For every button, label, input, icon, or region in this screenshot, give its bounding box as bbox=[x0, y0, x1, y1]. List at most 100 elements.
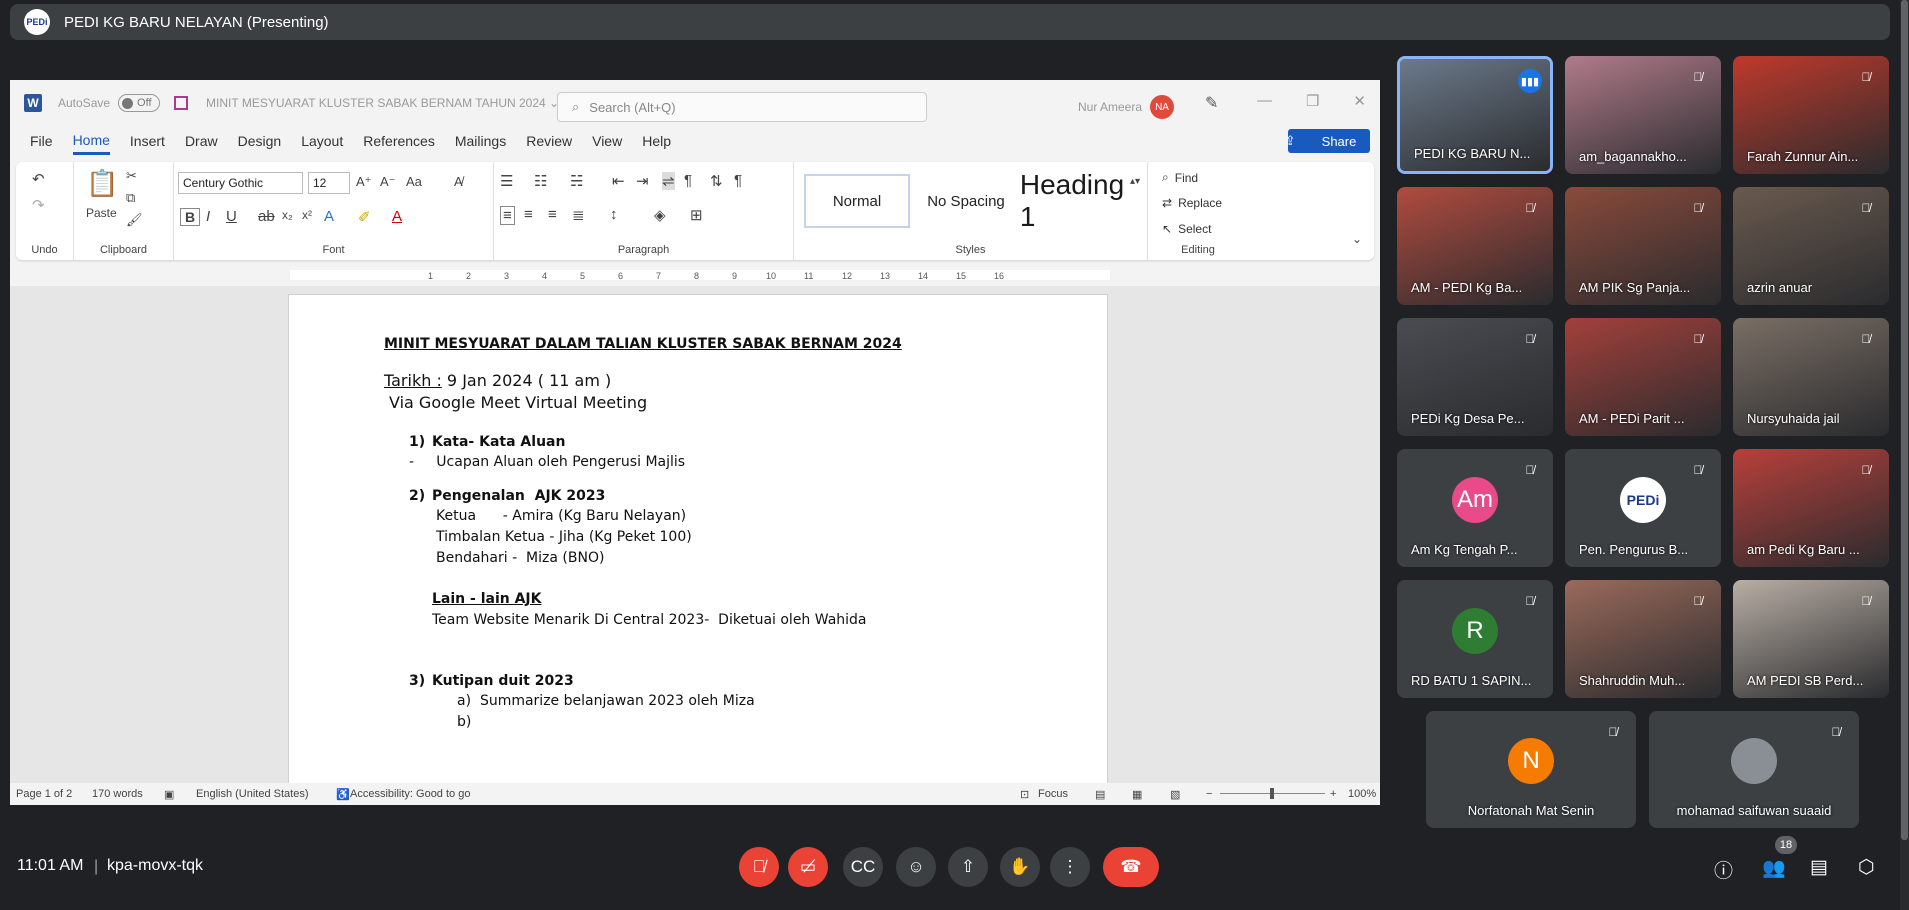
participant-tile[interactable]: 🎙̸ AM PEDI SB Perd... bbox=[1733, 580, 1889, 698]
font-size-select[interactable]: 12 bbox=[308, 172, 350, 194]
autosave-toggle[interactable]: Off bbox=[118, 94, 161, 112]
underline-icon[interactable]: U bbox=[226, 208, 237, 225]
decrease-indent-icon[interactable]: ⇤ bbox=[612, 172, 625, 190]
search-box[interactable]: ⌕ Search (Alt+Q) bbox=[557, 92, 927, 122]
menu-layout[interactable]: Layout bbox=[301, 129, 343, 153]
participant-tile[interactable]: 🎙̸ mohamad saifuwan suaaid bbox=[1649, 711, 1859, 828]
replace-button[interactable]: ⇄ Replace bbox=[1162, 196, 1222, 210]
proofing-icon[interactable]: ▣ bbox=[164, 788, 174, 801]
menu-insert[interactable]: Insert bbox=[130, 129, 165, 153]
language-status[interactable]: English (United States) bbox=[196, 788, 309, 800]
paste-label[interactable]: Paste bbox=[86, 206, 117, 220]
menu-view[interactable]: View bbox=[592, 129, 622, 153]
style-normal[interactable]: Normal bbox=[804, 174, 910, 228]
participant-tile[interactable]: N 🎙̸ Norfatonah Mat Senin bbox=[1426, 711, 1636, 828]
cut-icon[interactable]: ✂ bbox=[126, 168, 137, 184]
text-effects-icon[interactable]: A bbox=[324, 208, 334, 225]
chat-icon[interactable]: ▤ bbox=[1810, 856, 1828, 879]
justify-icon[interactable]: ≣ bbox=[572, 206, 585, 224]
page-count[interactable]: Page 1 of 2 bbox=[16, 788, 72, 800]
save-icon[interactable] bbox=[174, 96, 189, 110]
close-icon[interactable]: ✕ bbox=[1353, 92, 1366, 110]
zoom-level[interactable]: 100% bbox=[1348, 788, 1376, 800]
participant-tile[interactable]: R 🎙̸ RD BATU 1 SAPIN... bbox=[1397, 580, 1553, 698]
captions-button[interactable]: CC bbox=[843, 847, 883, 887]
restore-icon[interactable]: ❐ bbox=[1306, 92, 1319, 110]
minimize-icon[interactable]: — bbox=[1257, 92, 1272, 110]
web-layout-icon[interactable]: ▧ bbox=[1170, 788, 1180, 801]
zoom-in-icon[interactable]: + bbox=[1330, 788, 1336, 800]
grid-scrollbar[interactable] bbox=[1900, 0, 1909, 910]
subscript-icon[interactable]: x₂ bbox=[282, 208, 293, 222]
participant-tile[interactable]: 🎙̸ am_bagannakho... bbox=[1565, 56, 1721, 174]
more-options-button[interactable]: ⋮ bbox=[1050, 847, 1090, 887]
ltr-icon[interactable]: ¶ bbox=[684, 172, 692, 189]
align-left-icon[interactable]: ≡ bbox=[500, 206, 515, 225]
menu-home[interactable]: Home bbox=[72, 128, 110, 155]
participant-tile[interactable]: ▮▮▮ PEDI KG BARU N... bbox=[1397, 56, 1553, 174]
participant-tile[interactable]: 🎙̸ Shahruddin Muh... bbox=[1565, 580, 1721, 698]
clear-formatting-icon[interactable]: A̸ bbox=[454, 174, 463, 189]
participant-tile[interactable]: 🎙̸ AM - PEDi Parit ... bbox=[1565, 318, 1721, 436]
print-layout-icon[interactable]: ▦ bbox=[1132, 788, 1142, 801]
menu-file[interactable]: File bbox=[30, 129, 53, 153]
bullets-icon[interactable]: ☰ bbox=[500, 172, 513, 190]
styles-more-icon[interactable]: ▴▾ bbox=[1130, 176, 1140, 187]
participant-tile[interactable]: 🎙̸ AM PIK Sg Panja... bbox=[1565, 187, 1721, 305]
participant-tile[interactable]: PEDi 🎙̸ Pen. Pengurus B... bbox=[1565, 449, 1721, 567]
line-spacing-icon[interactable]: ↕ bbox=[610, 206, 618, 223]
paste-icon[interactable]: 📋 bbox=[86, 168, 118, 199]
change-case-icon[interactable]: Aa bbox=[406, 174, 422, 189]
borders-icon[interactable]: ⊞ bbox=[690, 206, 703, 224]
participant-tile[interactable]: 🎙̸ Farah Zunnur Ain... bbox=[1733, 56, 1889, 174]
mic-off-button[interactable]: 🎙̸ bbox=[739, 847, 779, 887]
participant-tile[interactable]: 🎙̸ AM - PEDI Kg Ba... bbox=[1397, 187, 1553, 305]
zoom-out-icon[interactable]: − bbox=[1206, 788, 1212, 800]
raise-hand-button[interactable]: ✋ bbox=[1000, 847, 1040, 887]
copy-icon[interactable]: ⧉ bbox=[126, 190, 135, 206]
font-color-icon[interactable]: A bbox=[392, 208, 402, 225]
participant-tile[interactable]: 🎙̸ PEDi Kg Desa Pe... bbox=[1397, 318, 1553, 436]
align-center-icon[interactable]: ≡ bbox=[524, 206, 533, 223]
document-page[interactable]: MINIT MESYUARAT DALAM TALIAN KLUSTER SAB… bbox=[288, 294, 1108, 794]
menu-draw[interactable]: Draw bbox=[185, 129, 218, 153]
participant-tile[interactable]: 🎙̸ Nursyuhaida jail bbox=[1733, 318, 1889, 436]
numbering-icon[interactable]: ☷ bbox=[534, 172, 547, 190]
leave-call-button[interactable]: ☎ bbox=[1103, 847, 1159, 887]
grow-font-icon[interactable]: A⁺ bbox=[356, 174, 372, 190]
select-button[interactable]: ↖ Select bbox=[1162, 222, 1211, 236]
ribbon-collapse-icon[interactable]: ⌄ bbox=[1352, 232, 1362, 246]
pen-icon[interactable]: ✎ bbox=[1205, 93, 1218, 113]
info-icon[interactable]: ⓘ bbox=[1714, 856, 1733, 883]
shrink-font-icon[interactable]: A⁻ bbox=[380, 174, 396, 190]
increase-indent-icon[interactable]: ⇥ bbox=[636, 172, 649, 190]
multilevel-list-icon[interactable]: ☵ bbox=[570, 172, 583, 190]
find-button[interactable]: ⌕ Find bbox=[1162, 170, 1198, 185]
undo-icon[interactable]: ↶ bbox=[32, 170, 45, 188]
redo-icon[interactable]: ↷ bbox=[32, 196, 45, 214]
people-icon[interactable]: 👥 bbox=[1762, 856, 1786, 880]
highlight-icon[interactable]: ✐ bbox=[358, 208, 371, 226]
reactions-button[interactable]: ☺ bbox=[896, 847, 936, 887]
sort-icon[interactable]: ⇅ bbox=[710, 172, 723, 190]
zoom-slider-thumb[interactable] bbox=[1270, 788, 1274, 799]
italic-icon[interactable]: I bbox=[206, 208, 210, 225]
user-account[interactable]: Nur Ameera NA bbox=[1078, 95, 1175, 119]
share-button[interactable]: ⇪Share⌄ bbox=[1285, 129, 1370, 153]
camera-off-button[interactable]: ▭̸ bbox=[788, 847, 828, 887]
accessibility-status[interactable]: Accessibility: Good to go bbox=[350, 788, 470, 800]
format-painter-icon[interactable]: 🖌 bbox=[126, 212, 143, 228]
style-no-spacing[interactable]: No Spacing bbox=[916, 174, 1016, 228]
menu-review[interactable]: Review bbox=[526, 129, 572, 153]
align-right-icon[interactable]: ≡ bbox=[548, 206, 557, 223]
activities-icon[interactable]: ⬡ bbox=[1858, 856, 1875, 879]
rtl-icon[interactable]: ⇌ bbox=[662, 172, 675, 190]
menu-mailings[interactable]: Mailings bbox=[455, 129, 506, 153]
participant-tile[interactable]: Am 🎙̸ Am Kg Tengah P... bbox=[1397, 449, 1553, 567]
superscript-icon[interactable]: x² bbox=[302, 208, 312, 222]
show-formatting-icon[interactable]: ¶ bbox=[734, 172, 742, 189]
present-button[interactable]: ⇧ bbox=[948, 847, 988, 887]
menu-references[interactable]: References bbox=[363, 129, 435, 153]
menu-design[interactable]: Design bbox=[238, 129, 282, 153]
strikethrough-icon[interactable]: ab bbox=[258, 208, 275, 225]
